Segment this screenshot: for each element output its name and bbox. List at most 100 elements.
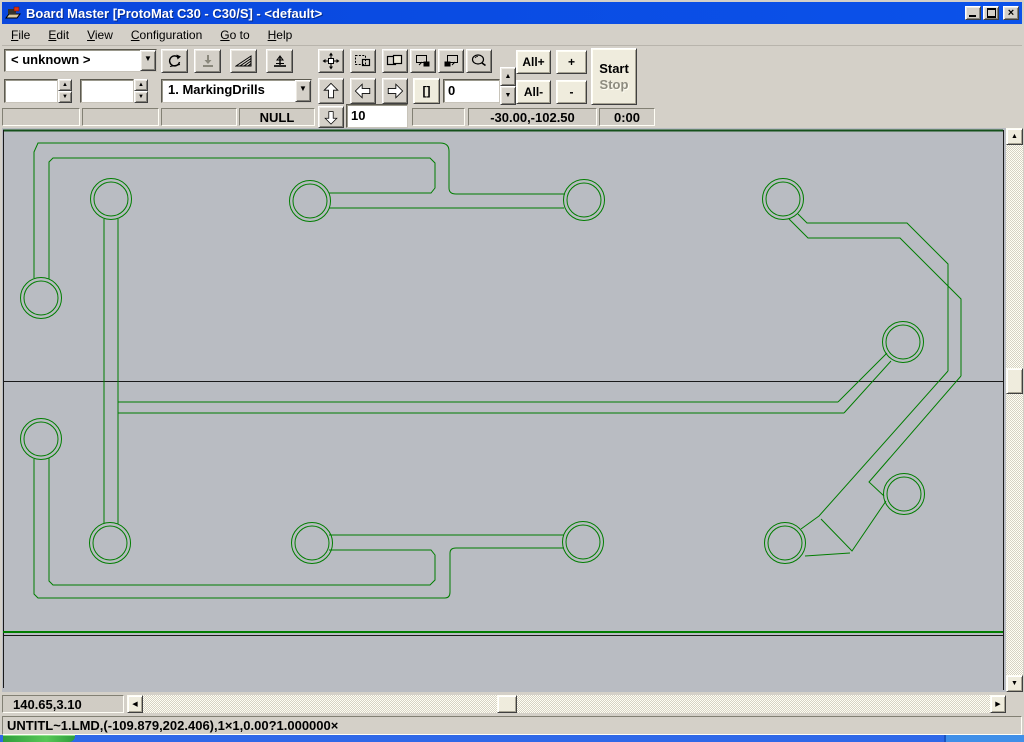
menu-help[interactable]: Help [259,25,302,45]
cursor-coordinates: 140.65,3.10 [2,695,124,713]
jog-right-button[interactable] [382,78,408,104]
rubout-button[interactable] [230,49,257,73]
chevron-down-icon[interactable]: ▼ [140,50,156,71]
menu-file[interactable]: File [2,25,39,45]
scroll-up-icon: ▲ [1011,133,1018,140]
zoom-icon [470,53,488,69]
scroll-down-icon: ▼ [1011,680,1018,687]
copy-frame-button[interactable] [350,49,376,73]
start-button-fragment[interactable] [3,735,75,742]
window-controls: × [965,6,1019,20]
pcb-layout-drawing [0,128,1006,692]
arrow-up-icon [320,80,342,102]
count-up-icon[interactable]: ▲ [500,67,516,86]
status-cell-3 [161,108,237,126]
arrow-down-icon [321,108,341,127]
jog-down-button[interactable] [318,106,344,128]
copy-frame-icon [354,53,372,69]
head-position-cell: -30.00,-102.50 [468,108,597,126]
tool-head-button[interactable] [266,49,293,73]
x-coordinate-input[interactable] [4,79,58,103]
plus-button[interactable]: + [556,50,587,74]
scroll-left-button[interactable]: ◀ [127,695,143,713]
brackets-button[interactable]: [] [413,78,440,104]
jog-left-button[interactable] [350,78,376,104]
import-icon [200,53,216,69]
count-input[interactable]: 0 [443,79,500,103]
place-block-button[interactable] [410,49,436,73]
x-step-down-icon[interactable]: ▼ [58,91,72,103]
minimize-icon [969,15,976,17]
menu-view[interactable]: View [78,25,122,45]
scroll-right-button[interactable]: ▶ [990,695,1006,713]
status-cell-2 [82,108,159,126]
toolbar: < unknown > ▼ [2,47,1022,128]
start-stop-button[interactable]: Start Stop [591,48,637,105]
status-cell-1 [2,108,80,126]
x-step-up-icon[interactable]: ▲ [58,79,72,91]
elapsed-time-cell: 0:00 [599,108,655,126]
window-title: Board Master [ProtoMat C30 - C30/S] - <d… [26,6,322,21]
tool-status-cell: NULL [239,108,315,126]
tool-select-value: 1. MarkingDrills [162,80,295,102]
app-icon[interactable] [5,5,21,21]
jog-up-button[interactable] [318,78,344,104]
scroll-down-button[interactable]: ▼ [1006,675,1023,692]
place-block-icon [414,53,432,69]
mirror-copy-icon [386,53,404,69]
horizontal-scroll-track[interactable] [143,695,990,713]
bottom-bar: 140.65,3.10 ◀ ▶ [2,692,1022,716]
rotate-phase-button[interactable] [161,49,188,73]
place-block-alt-icon [442,53,460,69]
import-button[interactable] [194,49,221,73]
status-cell-4 [412,108,465,126]
menu-goto[interactable]: Go to [211,25,258,45]
y-step-down-icon[interactable]: ▼ [134,91,148,103]
y-coordinate-input[interactable] [80,79,134,103]
arrow-left-icon [352,80,374,102]
rubout-hatch-icon [235,54,253,68]
rotate-phase-icon [167,53,183,69]
menu-edit[interactable]: Edit [39,25,78,45]
board-master-window: { "window": { "title": "Board Master [Pr… [0,0,1024,742]
place-block-alt-button[interactable] [438,49,464,73]
close-button[interactable]: × [1003,6,1019,20]
all-plus-button[interactable]: All+ [516,50,551,74]
menu-configuration[interactable]: Configuration [122,25,211,45]
arrow-right-icon [384,80,406,102]
job-status-text: UNTITL~1.LMD,(-109.879,202.406),1×1,0.00… [7,718,338,733]
scroll-right-icon: ▶ [995,700,1000,708]
minimize-button[interactable] [965,6,981,20]
production-phase-value: < unknown > [5,50,140,71]
tool-select[interactable]: 1. MarkingDrills ▼ [161,79,312,103]
scroll-left-icon: ◀ [132,700,137,708]
minus-button[interactable]: - [556,80,587,104]
count-down-icon[interactable]: ▼ [500,86,516,105]
zoom-button[interactable] [466,49,492,73]
horizontal-scroll-thumb[interactable] [497,695,517,713]
move-button[interactable] [318,49,344,73]
scroll-up-button[interactable]: ▲ [1006,128,1023,145]
status-bar: UNTITL~1.LMD,(-109.879,202.406),1×1,0.00… [2,716,1022,735]
app-logo-icon [5,5,21,21]
pcb-canvas[interactable] [2,128,1006,692]
production-phase-select[interactable]: < unknown > ▼ [4,49,157,72]
tool-head-icon [272,53,288,69]
restore-button[interactable] [983,6,999,20]
step-size-input[interactable]: 10 [346,104,408,128]
move-icon [322,52,340,70]
system-tray-fragment [944,735,1024,742]
chevron-down-icon[interactable]: ▼ [295,80,311,102]
mirror-copy-button[interactable] [382,49,408,73]
taskbar-sliver [0,735,1024,742]
vertical-scroll-thumb[interactable] [1006,368,1023,394]
y-step-up-icon[interactable]: ▲ [134,79,148,91]
vertical-scroll-track[interactable] [1006,145,1023,675]
all-minus-button[interactable]: All- [516,80,551,104]
y-coordinate-stepper: ▲ ▼ [134,79,148,103]
x-coordinate-stepper: ▲ ▼ [58,79,72,103]
count-stepper: ▲ ▼ [500,67,516,105]
vertical-scrollbar[interactable]: ▲ ▼ [1006,128,1023,692]
close-icon: × [1008,7,1014,19]
title-bar: Board Master [ProtoMat C30 - C30/S] - <d… [2,2,1022,24]
